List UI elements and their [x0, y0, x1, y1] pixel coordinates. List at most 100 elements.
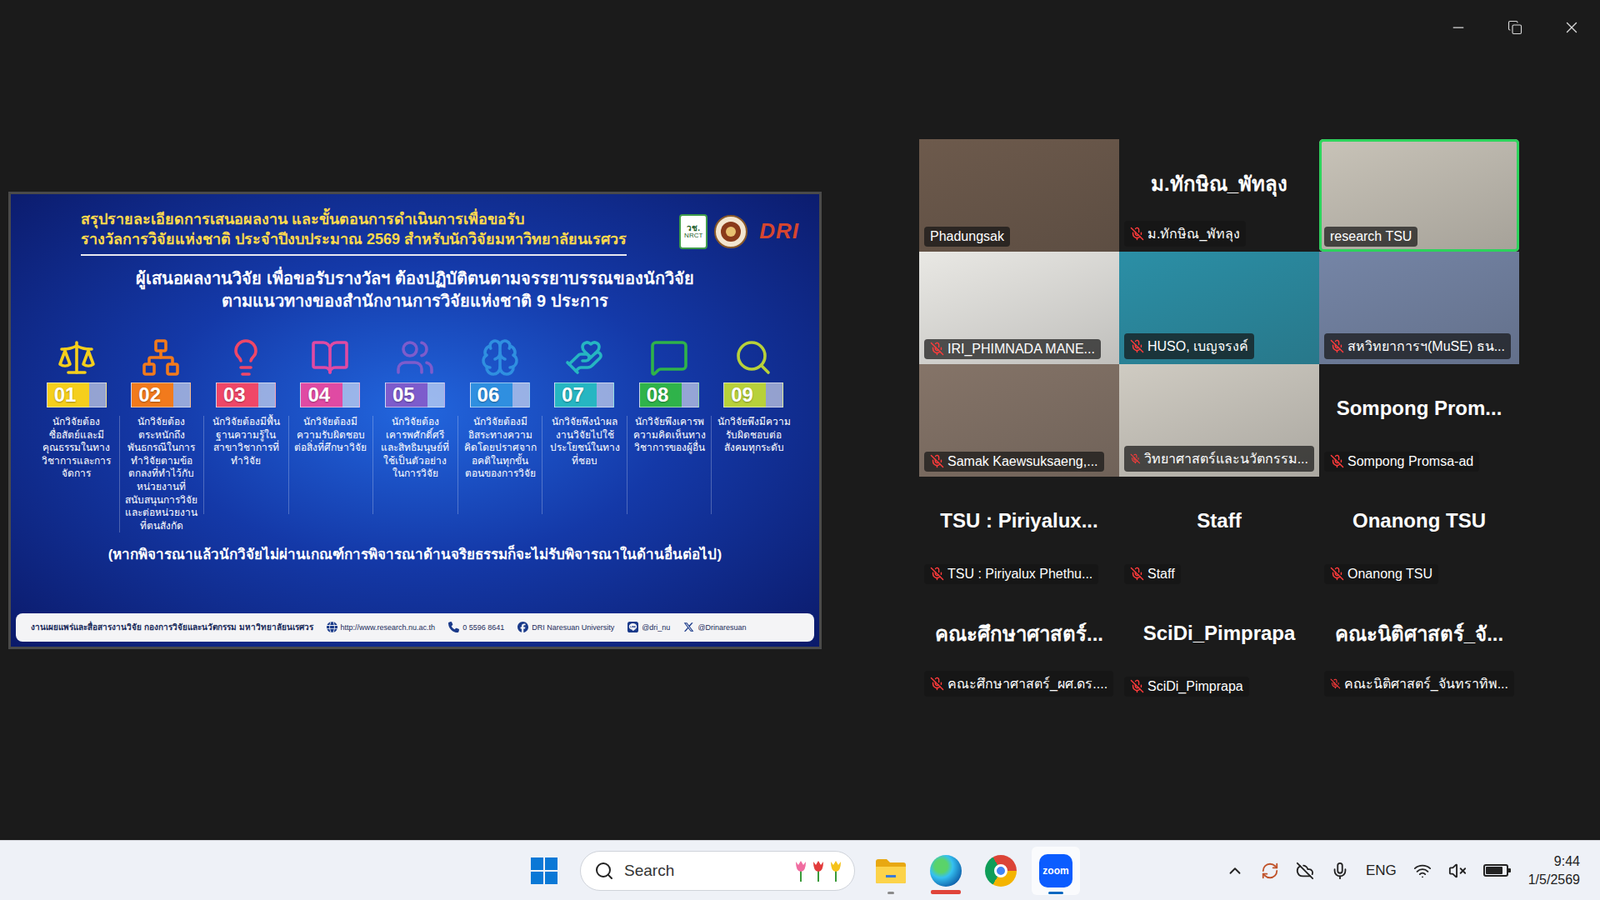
sync-icon[interactable] [1260, 861, 1280, 880]
slide-title: สรุปรายละเอียดการเสนอผลงาน และขั้นตอนการ… [80, 209, 627, 257]
ethics-item: 07 นักวิจัยพึงนำผลงานวิจัยไปใช้ประโยชน์ใน… [541, 329, 627, 533]
participant-name: Staff [1196, 509, 1241, 533]
taskbar-app[interactable]: zoom [1031, 846, 1080, 895]
item-number: 03 [215, 382, 276, 408]
slide-note: (หากพิจารณาแล้วนักวิจัยไม่ผ่านเกณฑ์การพิ… [10, 542, 820, 565]
footer-link: 0 5596 8641 [448, 621, 505, 633]
start-button[interactable] [520, 846, 569, 895]
slide-subtitle: ผู้เสนอผลงานวิจัย เพื่อขอรับรางวัลฯ ต้อง… [10, 267, 820, 313]
participant-label: IRI_PHIMNADA MANE... [924, 339, 1101, 360]
participant-grid: Phadungsak ม.ทักษิณ_พัทลุงม.ทักษิณ_พัทลุง… [919, 139, 1520, 702]
ethics-item: 06นักวิจัยต้องมีอิสระทางความคิดโดยปราศจา… [457, 329, 543, 533]
participant-label: Phadungsak [924, 226, 1010, 247]
participant-label: สหวิทยาการฯ(MuSE) ธน... [1324, 333, 1511, 360]
participant-tile[interactable]: Phadungsak [919, 139, 1120, 252]
participant-tile[interactable]: Staff Staff [1119, 476, 1320, 590]
participant-label: Sompong Promsa-ad [1324, 451, 1480, 472]
mic-muted-icon [1130, 226, 1145, 241]
item-text: นักวิจัยต้องตระหนักถึงพันธกรณีในการทำวิจ… [119, 415, 205, 533]
zoom-icon: zoom [1039, 854, 1073, 888]
wifi-icon[interactable] [1413, 861, 1432, 880]
participant-tile[interactable]: research TSU [1319, 139, 1520, 252]
close-button[interactable] [1543, 0, 1600, 55]
ethics-item: 04 นักวิจัยต้องมีความรับผิดชอบต่อสิ่งที่ศ… [288, 329, 374, 533]
item-text: นักวิจัยพึงนำผลงานวิจัยไปใช้ประโยชน์ในทา… [541, 415, 627, 515]
item-text: นักวิจัยพึงมีความรับผิดชอบต่อสังคมทุกระด… [710, 415, 796, 515]
web-icon [326, 621, 338, 633]
ethics-icon [225, 337, 266, 378]
participant-name: Sompong Prom... [1336, 396, 1503, 420]
taskbar-search[interactable]: Search [580, 850, 855, 891]
participant-tile[interactable]: ม.ทักษิณ_พัทลุงม.ทักษิณ_พัทลุง [1119, 139, 1320, 252]
minimize-button[interactable] [1430, 0, 1487, 55]
volume-muted-icon[interactable] [1448, 861, 1467, 880]
participant-tile[interactable]: วิทยาศาสตร์และนวัตกรรม... [1119, 364, 1320, 477]
desktop: สรุปรายละเอียดการเสนอผลงาน และขั้นตอนการ… [0, 0, 1600, 900]
ethics-icon [649, 337, 690, 378]
participant-tile[interactable]: IRI_PHIMNADA MANE... [919, 251, 1120, 365]
participant-tile[interactable]: TSU : Piriyalux...TSU : Piriyalux Phethu… [919, 476, 1120, 590]
search-icon [594, 860, 615, 881]
participant-name: TSU : Piriyalux... [940, 509, 1098, 533]
participant-label: Staff [1124, 564, 1181, 585]
ethics-item: 09 นักวิจัยพึงมีความรับผิดชอบต่อสังคมทุกร… [710, 329, 796, 533]
mic-icon[interactable] [1330, 861, 1350, 880]
taskbar-app[interactable] [921, 846, 970, 895]
restore-button[interactable] [1486, 0, 1544, 55]
mic-muted-icon [1330, 339, 1345, 354]
participant-tile[interactable]: สหวิทยาการฯ(MuSE) ธน... [1319, 251, 1520, 365]
participant-tile[interactable]: Samak Kaewsuksaeng,... [919, 364, 1120, 477]
windows-logo-icon [530, 857, 558, 885]
item-number: 05 [385, 382, 445, 408]
participant-tile[interactable]: Sompong Prom... Sompong Promsa-ad [1319, 364, 1520, 477]
participant-tile[interactable]: HUSO, เบญจรงค์ [1119, 251, 1320, 365]
participant-label: คณะศึกษาศาสตร์_ผศ.ดร.... [924, 670, 1114, 697]
slide-footer: งานเผยแพร่และสื่อสารงานวิจัย กองการวิจัย… [15, 613, 815, 642]
battery-icon[interactable] [1483, 864, 1509, 877]
participant-label: HUSO, เบญจรงค์ [1124, 333, 1255, 360]
participant-name: SciDi_Pimprapa [1143, 621, 1296, 645]
slide-header: สรุปรายละเอียดการเสนอผลงาน และขั้นตอนการ… [10, 194, 820, 257]
language-indicator[interactable]: ENG [1365, 862, 1397, 880]
footer-link: @Drinaresuan [683, 621, 746, 633]
zoom-meeting-window: สรุปรายละเอียดการเสนอผลงาน และขั้นตอนการ… [0, 0, 1600, 840]
participant-tile[interactable]: คณะศึกษาศาสตร์...คณะศึกษาศาสตร์_ผศ.ดร...… [919, 589, 1120, 702]
taskbar-app[interactable] [866, 846, 915, 895]
taskbar-center: Search zoom [520, 846, 1080, 895]
participant-tile[interactable]: คณะนิติศาสตร์_จั...คณะนิติศาสตร์_จันทราท… [1319, 589, 1520, 702]
facebook-icon [517, 621, 529, 633]
item-number: 09 [723, 382, 784, 408]
university-seal-icon [714, 215, 748, 249]
mic-muted-icon [1330, 676, 1341, 691]
item-text: นักวิจัยต้องมีอิสระทางความคิดโดยปราศจากอ… [457, 415, 543, 515]
ethics-item: 05นักวิจัยต้องเคารพศักดิ์ศรีและสิทธิมนุษ… [372, 329, 458, 533]
mic-muted-icon [1130, 339, 1145, 354]
ethics-items: 01นักวิจัยต้องซื่อสัตย์และมีคุณธรรมในทาง… [10, 329, 820, 533]
item-number: 04 [300, 382, 360, 408]
ethics-item: 03 นักวิจัยต้องมีพื้นฐานความรู้ในสาขาวิชา… [203, 329, 289, 533]
footer-link: @dri_nu [627, 621, 670, 633]
title-line: รางวัลการวิจัยแห่งชาติ ประจำปีงบประมาณ 2… [80, 229, 627, 250]
item-text: นักวิจัยต้องมีความรับผิดชอบต่อสิ่งที่ศึก… [288, 415, 374, 515]
cloud-off-icon[interactable] [1295, 861, 1315, 880]
clock[interactable]: 9:441/5/2569 [1528, 852, 1580, 889]
participant-label: Samak Kaewsuksaeng,... [924, 451, 1105, 472]
taskbar-app[interactable] [976, 846, 1025, 895]
item-text: นักวิจัยต้องมีพื้นฐานความรู้ในสาขาวิชากา… [203, 415, 289, 515]
participant-tile[interactable]: SciDi_PimprapaSciDi_Pimprapa [1119, 589, 1320, 702]
file-explorer-icon [874, 856, 908, 885]
ethics-icon [310, 337, 350, 378]
ethics-icon [140, 337, 181, 378]
item-number: 07 [554, 382, 615, 408]
participant-name: ม.ทักษิณ_พัทลุง [1150, 167, 1288, 200]
participant-tile[interactable]: Onanong TSUOnanong TSU [1319, 476, 1520, 590]
item-text: นักวิจัยต้องซื่อสัตย์และมีคุณธรรมในทางวิ… [34, 415, 120, 515]
system-tray: ENG 9:441/5/2569 [1080, 852, 1580, 889]
x-icon [683, 621, 695, 633]
participant-label: คณะนิติศาสตร์_จันทราทิพ... [1324, 670, 1515, 697]
chevron-up-icon[interactable] [1225, 861, 1245, 880]
participant-label: Onanong TSU [1324, 564, 1439, 585]
line-icon [627, 621, 639, 633]
mic-muted-icon [1130, 566, 1145, 581]
mic-muted-icon [930, 676, 945, 691]
